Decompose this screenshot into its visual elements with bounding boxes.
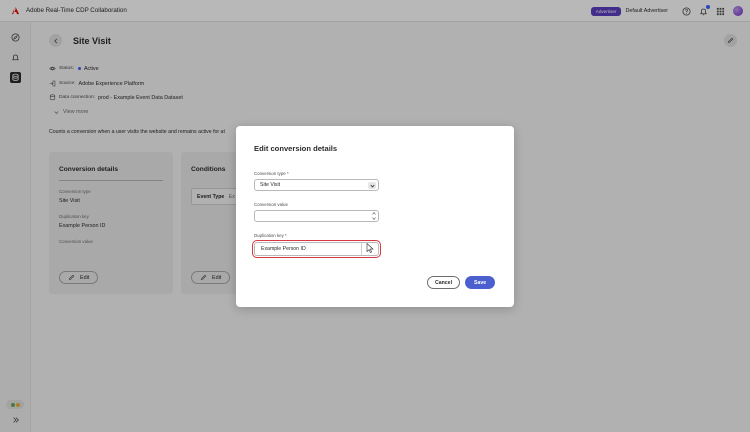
edit-conversion-dialog: Edit conversion details Conversion type …	[236, 126, 514, 307]
chevron-down-icon[interactable]	[368, 182, 376, 189]
conversion-type-selected: Site Visit	[260, 182, 281, 188]
stepper-down-icon[interactable]	[370, 216, 378, 221]
duplication-key-input[interactable]: Example Person ID	[252, 240, 381, 258]
required-asterisk: *	[286, 171, 289, 176]
dialog-title: Edit conversion details	[254, 144, 338, 153]
required-asterisk: *	[285, 233, 287, 238]
input-divider	[361, 243, 362, 255]
cancel-button[interactable]: Cancel	[427, 276, 461, 289]
conversion-value-input[interactable]	[254, 210, 379, 222]
duplication-key-field-label: Duplication key *	[254, 233, 287, 238]
conversion-type-select[interactable]: Site Visit	[254, 179, 379, 191]
conversion-value-field-label: Conversion value	[254, 202, 288, 207]
mouse-pointer-icon	[366, 243, 374, 253]
duplication-key-value: Example Person ID	[261, 246, 306, 252]
save-button[interactable]: Save	[465, 276, 496, 289]
duplication-key-label-text: Duplication key	[254, 233, 284, 238]
conversion-type-field-label: Conversion type *	[254, 171, 289, 176]
conversion-type-label-text: Conversion type	[254, 171, 286, 176]
conversion-value-stepper[interactable]	[370, 211, 378, 221]
